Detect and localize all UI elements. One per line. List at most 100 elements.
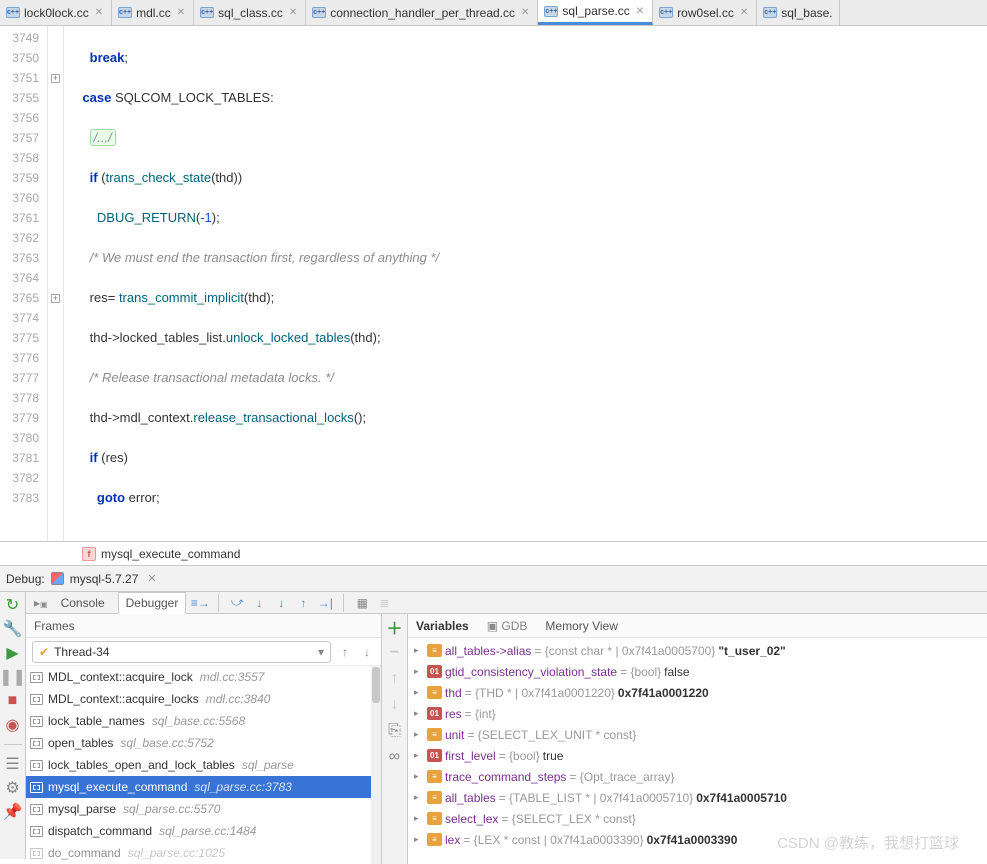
var-type-icon: ≡ xyxy=(427,812,442,825)
close-icon[interactable]: ✕ xyxy=(634,6,646,17)
pin-button[interactable]: 📌 xyxy=(4,803,22,821)
next-frame-button[interactable]: ↓ xyxy=(359,645,375,659)
evaluate-button[interactable]: ▦ xyxy=(354,595,370,611)
watermark: CSDN @教练，我想打篮球 xyxy=(777,832,959,853)
var-type-icon: ≡ xyxy=(427,728,442,741)
force-step-into-button[interactable]: ↓ xyxy=(273,595,289,611)
var-type-icon: ≡ xyxy=(427,770,442,783)
pause-button[interactable]: ❚❚ xyxy=(4,668,22,686)
up-button[interactable]: ↑ xyxy=(386,670,404,688)
cpp-icon: c++ xyxy=(6,7,20,18)
frame-row[interactable]: mysql_execute_command sql_parse.cc:3783 xyxy=(26,776,381,798)
variable-row[interactable]: ▸≡ trace_command_steps = {Opt_trace_arra… xyxy=(408,766,987,787)
tab-sql-class[interactable]: c++sql_class.cc✕ xyxy=(194,0,306,25)
expand-icon[interactable]: ▸ xyxy=(414,750,424,761)
variable-row[interactable]: ▸≡ select_lex = {SELECT_LEX * const} xyxy=(408,808,987,829)
editor: 3749375037513755375637573758375937603761… xyxy=(0,26,987,542)
close-icon[interactable]: ✕ xyxy=(519,7,531,18)
frame-row[interactable]: mysql_parse sql_parse.cc:5570 xyxy=(26,798,381,820)
tab-console[interactable]: Console xyxy=(54,593,112,613)
debug-config[interactable]: mysql-5.7.27 xyxy=(70,572,139,586)
frame-icon xyxy=(30,848,43,859)
expand-icon[interactable]: ▸ xyxy=(414,708,424,719)
step-out-button[interactable]: ↑ xyxy=(295,595,311,611)
fold-expand-icon[interactable]: + xyxy=(51,74,60,83)
frame-icon xyxy=(30,694,43,705)
frames-list[interactable]: MDL_context::acquire_lock mdl.cc:3557 MD… xyxy=(26,666,381,864)
tab-gdb[interactable]: GDB xyxy=(501,619,527,633)
breadcrumb-function[interactable]: mysql_execute_command xyxy=(101,547,240,561)
step-over-button[interactable]: ⤻ xyxy=(229,595,245,611)
variable-row[interactable]: ▸01 first_level = {bool} true xyxy=(408,745,987,766)
close-icon[interactable]: ✕ xyxy=(93,7,105,18)
close-icon[interactable]: ✕ xyxy=(287,7,299,18)
variable-row[interactable]: ▸≡ all_tables->alias = {const char * | 0… xyxy=(408,640,987,661)
frame-row[interactable]: do_command sql_parse.cc:1025 xyxy=(26,842,381,864)
frame-row[interactable]: MDL_context::acquire_lock mdl.cc:3557 xyxy=(26,666,381,688)
modify-button[interactable]: 🔧 xyxy=(4,620,22,638)
variables-list[interactable]: ▸≡ all_tables->alias = {const char * | 0… xyxy=(408,638,987,864)
expand-icon[interactable]: ▸ xyxy=(414,813,424,824)
stop-button[interactable]: ■ xyxy=(4,692,22,710)
variable-row[interactable]: ▸01 gtid_consistency_violation_state = {… xyxy=(408,661,987,682)
tab-mdl[interactable]: c++mdl.cc✕ xyxy=(112,0,194,25)
var-type-icon: 01 xyxy=(427,665,442,678)
expand-icon[interactable]: ▸ xyxy=(414,792,424,803)
expand-icon[interactable]: ▸ xyxy=(414,771,424,782)
frame-row[interactable]: lock_tables_open_and_lock_tables sql_par… xyxy=(26,754,381,776)
cpp-icon: c++ xyxy=(763,7,777,18)
tab-sql-base[interactable]: c++sql_base. xyxy=(757,0,839,25)
thread-selector[interactable]: ✔ Thread-34 ▾ xyxy=(32,641,331,663)
breadcrumb: f mysql_execute_command xyxy=(0,542,987,566)
output-icon[interactable]: ▸▣ xyxy=(34,596,48,610)
step-into-button[interactable]: ↓ xyxy=(251,595,267,611)
prev-frame-button[interactable]: ↑ xyxy=(337,645,353,659)
trace-button[interactable]: ≣ xyxy=(376,595,392,611)
tab-row0sel[interactable]: c++row0sel.cc✕ xyxy=(653,0,757,25)
tab-memory-view[interactable]: Memory View xyxy=(545,619,617,633)
frame-icon xyxy=(30,804,43,815)
variable-row[interactable]: ▸≡ unit = {SELECT_LEX_UNIT * const} xyxy=(408,724,987,745)
var-type-icon: 01 xyxy=(427,707,442,720)
expand-icon[interactable]: ▸ xyxy=(414,687,424,698)
fold-expand-icon[interactable]: + xyxy=(51,294,60,303)
rerun-button[interactable]: ↻ xyxy=(4,596,22,614)
expand-icon[interactable]: ▸ xyxy=(414,834,424,845)
duplicate-button[interactable]: ⎘ xyxy=(386,722,404,740)
cpp-icon: c++ xyxy=(544,6,558,17)
resume-button[interactable]: ▶ xyxy=(4,644,22,662)
fold-gutter: ++ xyxy=(48,26,64,541)
settings-button[interactable]: ⚙ xyxy=(4,779,22,797)
tab-debugger[interactable]: Debugger xyxy=(118,592,187,614)
show-execution-point-button[interactable]: ≡→ xyxy=(192,595,208,611)
tab-sql-parse[interactable]: c++sql_parse.cc✕ xyxy=(538,0,653,25)
down-button[interactable]: ↓ xyxy=(386,696,404,714)
layout-button[interactable]: ☰ xyxy=(4,755,22,773)
close-icon[interactable]: ✕ xyxy=(147,572,156,585)
view-breakpoints-button[interactable]: ◉ xyxy=(4,716,22,734)
variable-row[interactable]: ▸≡ all_tables = {TABLE_LIST * | 0x7f41a0… xyxy=(408,787,987,808)
cpp-icon: c++ xyxy=(200,7,214,18)
frame-row[interactable]: lock_table_names sql_base.cc:5568 xyxy=(26,710,381,732)
code-area[interactable]: break; case SQLCOM_LOCK_TABLES: /.../ if… xyxy=(64,26,987,541)
expand-icon[interactable]: ▸ xyxy=(414,666,424,677)
run-to-cursor-button[interactable]: →| xyxy=(317,595,333,611)
var-type-icon: ≡ xyxy=(427,644,442,657)
new-watch-button[interactable]: ＋ xyxy=(386,618,404,636)
expand-icon[interactable]: ▸ xyxy=(414,729,424,740)
close-icon[interactable]: ✕ xyxy=(175,7,187,18)
tab-connection-handler[interactable]: c++connection_handler_per_thread.cc✕ xyxy=(306,0,538,25)
variable-row[interactable]: ▸01 res = {int} xyxy=(408,703,987,724)
folded-region[interactable]: /.../ xyxy=(90,129,116,146)
tab-lock0lock[interactable]: c++lock0lock.cc✕ xyxy=(0,0,112,25)
show-watches-button[interactable]: ∞ xyxy=(386,748,404,766)
frame-row[interactable]: open_tables sql_base.cc:5752 xyxy=(26,732,381,754)
remove-watch-button[interactable]: − xyxy=(386,644,404,662)
variable-row[interactable]: ▸≡ thd = {THD * | 0x7f41a0001220} 0x7f41… xyxy=(408,682,987,703)
frame-row[interactable]: MDL_context::acquire_locks mdl.cc:3840 xyxy=(26,688,381,710)
tab-variables[interactable]: Variables xyxy=(416,619,469,633)
close-icon[interactable]: ✕ xyxy=(738,7,750,18)
expand-icon[interactable]: ▸ xyxy=(414,645,424,656)
frame-row[interactable]: dispatch_command sql_parse.cc:1484 xyxy=(26,820,381,842)
scrollbar[interactable] xyxy=(371,666,381,864)
